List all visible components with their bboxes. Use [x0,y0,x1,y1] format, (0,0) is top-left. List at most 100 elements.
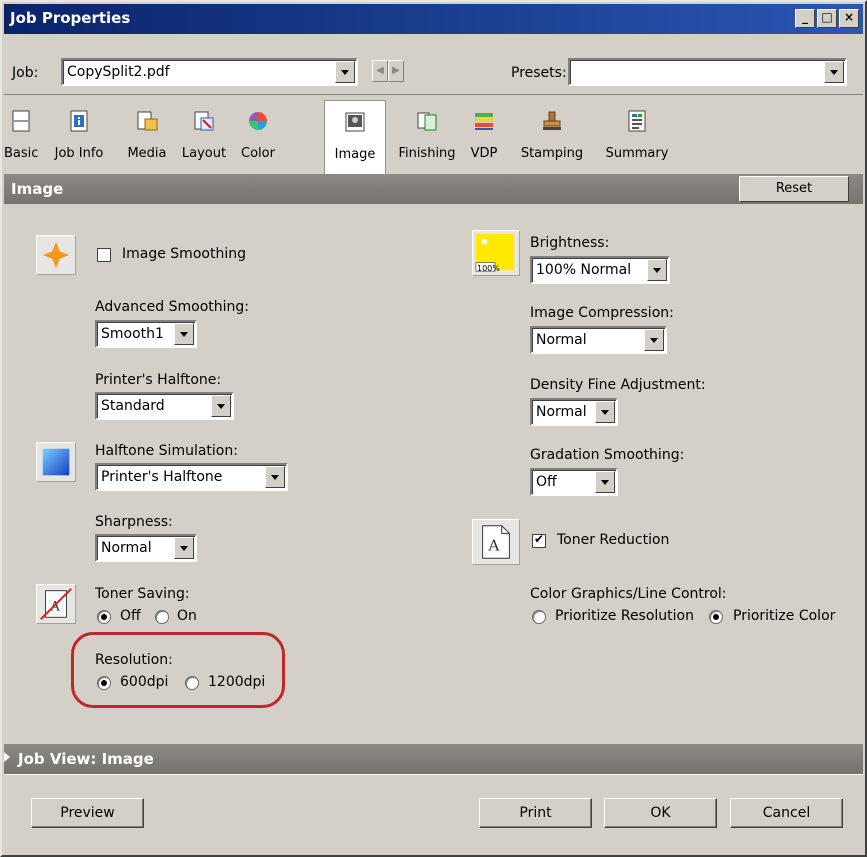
tab-finishing[interactable]: Finishing [392,100,462,172]
chevron-down-icon[interactable] [174,323,194,345]
section-header: Image Reset [4,174,863,204]
tab-image[interactable]: Image [324,100,386,174]
tab-label: Color [241,146,275,161]
image-smoothing-label: Image Smoothing [122,246,246,262]
density-fine-adjustment-value: Normal [536,404,587,420]
tab-job-info[interactable]: Job Info [38,100,120,172]
tab-layout[interactable]: Layout [174,100,234,172]
tab-color[interactable]: Color [234,100,282,172]
reset-button[interactable]: Reset [739,176,849,202]
printers-halftone-select[interactable]: Standard [95,392,234,420]
footer-bar: Preview Print OK Cancel [4,774,863,852]
brightness-select[interactable]: 100% Normal [530,256,670,284]
advanced-smoothing-value: Smooth1 [101,326,164,342]
tab-label: VDP [470,146,498,161]
image-smoothing-checkbox[interactable] [97,248,111,262]
toner-reduction-checkbox[interactable] [532,532,546,548]
maximize-button[interactable]: □ [817,9,837,28]
previous-job-button[interactable]: ◀ [372,60,388,82]
svg-text:A: A [487,537,500,555]
tab-label: Job Info [54,146,104,161]
image-compression-label: Image Compression: [530,305,674,321]
chevron-down-icon[interactable] [335,61,355,83]
chevron-down-icon[interactable] [644,329,664,351]
job-view-label: Job View: Image [18,750,154,768]
next-job-button[interactable]: ▶ [388,60,404,82]
chevron-down-icon[interactable] [824,61,844,83]
minimize-button[interactable]: _ [795,9,815,28]
density-fine-adjustment-select[interactable]: Normal [530,398,618,426]
preview-button[interactable]: Preview [31,798,144,828]
tab-stamping[interactable]: Stamping [514,100,590,172]
summary-icon [628,110,646,132]
color-icon [249,112,267,130]
stamping-icon [543,111,561,130]
divider [4,94,863,95]
brightness-icon: 100% [472,230,520,276]
prioritize-color-radio[interactable] [709,610,723,624]
vdp-icon [475,113,493,130]
tab-basic[interactable]: Basic [4,100,38,172]
tab-label: Media [127,146,167,161]
color-graphics-label: Color Graphics/Line Control: [530,586,727,602]
tab-label: Basic [4,146,39,161]
job-select[interactable]: CopySplit2.pdf [61,58,358,86]
prioritize-resolution-label: Prioritize Resolution [555,608,694,624]
toner-saving-off-radio[interactable] [97,610,111,624]
chevron-down-icon[interactable] [174,537,194,559]
tab-label: Summary [605,146,669,161]
tab-summary[interactable]: Summary [600,100,674,172]
job-info-icon [70,110,88,132]
brightness-value: 100% Normal [536,262,632,278]
chevron-down-icon[interactable] [211,395,231,417]
cancel-button[interactable]: Cancel [730,798,843,828]
prioritize-color-label: Prioritize Color [733,608,836,624]
window-title: Job Properties [10,9,131,27]
sharpness-label: Sharpness: [95,514,173,530]
toner-saving-on-radio[interactable] [155,610,169,624]
image-compression-select[interactable]: Normal [530,326,667,354]
toner-reduction-icon: A [472,519,520,565]
tab-label: Finishing [398,146,456,161]
halftone-simulation-label: Halftone Simulation: [95,443,238,459]
chevron-down-icon[interactable] [647,259,667,281]
advanced-smoothing-select[interactable]: Smooth1 [95,320,197,348]
brightness-badge: 100% [477,264,500,273]
basic-icon [12,110,30,132]
halftone-simulation-select[interactable]: Printer's Halftone [95,463,288,491]
toner-reduction-label: Toner Reduction [557,532,670,548]
section-title: Image [11,180,64,198]
finishing-icon [417,112,437,131]
brightness-label: Brightness: [530,235,610,251]
print-button[interactable]: Print [479,798,592,828]
tab-media[interactable]: Media [120,100,174,172]
job-properties-window: Job Properties _ □ × Job: CopySplit2.pdf… [0,0,867,857]
image-icon [345,112,365,132]
expand-triangle-icon [4,752,10,762]
gradation-smoothing-label: Gradation Smoothing: [530,447,685,463]
prioritize-resolution-radio[interactable] [532,610,546,624]
title-bar[interactable]: Job Properties _ □ × [4,4,863,34]
toner-saving-off-label: Off [120,608,141,624]
resolution-highlight [71,632,285,708]
tab-label: Layout [181,146,227,161]
tab-label: Stamping [520,146,584,161]
halftone-simulation-icon [36,442,76,482]
tab-label: Image [334,147,376,162]
sharpness-select[interactable]: Normal [95,534,197,562]
job-label: Job: [12,65,39,81]
tab-vdp[interactable]: VDP [462,100,506,172]
advanced-smoothing-label: Advanced Smoothing: [95,299,249,315]
media-icon [137,111,158,131]
close-button[interactable]: × [839,9,859,28]
job-view-toggle[interactable]: Job View: Image [4,744,863,774]
density-fine-adjustment-label: Density Fine Adjustment: [530,377,706,393]
chevron-down-icon[interactable] [595,401,615,423]
ok-button[interactable]: OK [604,798,717,828]
toner-saving-icon: A [36,584,76,624]
chevron-down-icon[interactable] [265,466,285,488]
chevron-down-icon[interactable] [595,471,615,493]
gradation-smoothing-select[interactable]: Off [530,468,618,496]
presets-select[interactable] [568,58,847,86]
toner-saving-on-label: On [177,608,197,624]
